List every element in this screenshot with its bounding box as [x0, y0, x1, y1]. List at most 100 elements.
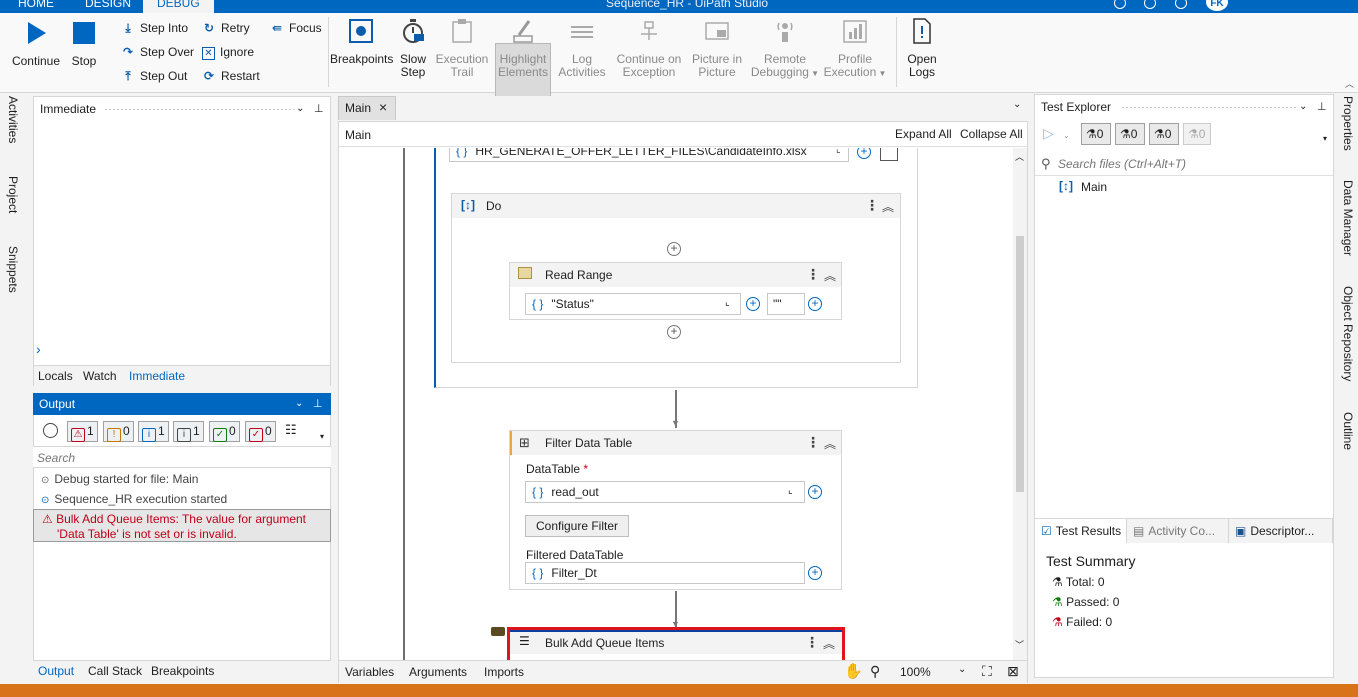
restart-button[interactable]: ⟳ Restart	[202, 67, 260, 85]
drag-grip[interactable]	[104, 108, 294, 110]
file-path-field[interactable]: { } HR_GENERATE_OFFER_LETTER_FILES\Candid…	[449, 148, 849, 162]
tab-variables[interactable]: Variables	[345, 665, 394, 679]
chevron-down-icon[interactable]: ⌄	[296, 97, 304, 121]
collapse-icon[interactable]: ︽	[824, 435, 836, 452]
tab-arguments[interactable]: Arguments	[409, 665, 467, 679]
immediate-prompt[interactable]: ›	[36, 341, 41, 357]
tab-watch[interactable]: Watch	[83, 369, 117, 383]
run-tests-icon[interactable]: ▷	[1043, 125, 1054, 142]
tab-main[interactable]: Main ×	[338, 96, 396, 120]
profile-execution-button[interactable]: Profile Execution ▼	[822, 18, 888, 80]
filter-trace-button[interactable]: i1	[173, 421, 204, 442]
overview-icon[interactable]: ⊠	[1007, 663, 1019, 680]
configure-filter-button[interactable]: Configure Filter	[525, 515, 629, 537]
step-over-button[interactable]: ↷ Step Over	[121, 43, 194, 61]
collapse-icon[interactable]: ︽	[824, 267, 836, 284]
side-tab-properties[interactable]: Properties	[1341, 96, 1355, 151]
filter-passed-button[interactable]: ⚗0	[1081, 123, 1111, 145]
slow-step-button[interactable]: Slow Step	[396, 18, 430, 79]
log-activities-button[interactable]: Log Activities	[555, 18, 609, 79]
search-icon[interactable]	[1114, 0, 1126, 9]
ribbon-collapse-icon[interactable]: ︿	[1345, 77, 1354, 90]
more-options-icon[interactable]: ⋮	[865, 197, 879, 214]
chevron-down-icon[interactable]: ⌄	[1013, 99, 1021, 110]
remote-debugging-button[interactable]: Remote Debugging ▼	[750, 18, 820, 80]
zoom-level[interactable]: 100%	[900, 665, 931, 679]
filter-failed-button[interactable]: ⚗0	[1115, 123, 1145, 145]
chevron-down-icon[interactable]: ⌄	[1299, 95, 1307, 119]
more-options-icon[interactable]: ⋮	[805, 634, 819, 651]
bulk-add-queue-items-activity[interactable]: ☰ Bulk Add Queue Items ⋮ ︽	[507, 627, 845, 660]
sheet-name-field[interactable]: { } "Status"	[525, 293, 741, 315]
focus-button[interactable]: ⇚ Focus	[270, 19, 322, 37]
collapse-icon[interactable]: ︽	[823, 635, 835, 652]
add-activity-icon[interactable]: +	[667, 325, 681, 339]
stop-button[interactable]: Stop	[66, 20, 102, 68]
more-options-icon[interactable]: ⋮	[806, 434, 820, 451]
tab-call-stack[interactable]: Call Stack	[88, 664, 142, 678]
add-icon[interactable]: +	[808, 566, 822, 580]
step-out-button[interactable]: ⤒ Step Out	[121, 67, 187, 85]
breadcrumb[interactable]: Main	[345, 128, 371, 142]
filter-success-button[interactable]: ✓ 0	[209, 421, 240, 442]
user-icon[interactable]	[1144, 0, 1156, 9]
tab-immediate[interactable]: Immediate	[129, 369, 185, 383]
help-icon[interactable]	[1175, 0, 1187, 9]
breakpoints-button[interactable]: Breakpoints	[330, 18, 393, 66]
browse-folder-icon[interactable]	[880, 148, 898, 161]
chevron-down-icon[interactable]: ▾	[1323, 134, 1327, 143]
filter-info-button[interactable]: i1	[138, 421, 169, 442]
filter-failed-button[interactable]: ✓ 0	[245, 421, 276, 442]
chevron-down-icon[interactable]: ⌄	[958, 664, 966, 675]
expand-editor-icon[interactable]: ⌞	[836, 148, 841, 155]
retry-button[interactable]: ↻ Retry	[202, 19, 250, 37]
expand-editor-icon[interactable]: ⌞	[725, 297, 730, 308]
drag-grip[interactable]	[1121, 106, 1297, 108]
output-search-field[interactable]: Search	[33, 446, 331, 468]
side-tab-project[interactable]: Project	[6, 176, 20, 213]
test-search-placeholder[interactable]: Search files (Ctrl+Alt+T)	[1058, 157, 1186, 171]
chevron-down-icon[interactable]: ⌄	[295, 393, 303, 415]
add-icon[interactable]: +	[746, 297, 760, 311]
scroll-up-icon[interactable]: ︿	[1015, 150, 1024, 163]
do-block[interactable]: [↕] Do ⋮ ︽ + Read Range ⋮ ︽ { } "Status" …	[451, 193, 901, 363]
tab-output[interactable]: Output	[38, 664, 74, 678]
zoom-icon[interactable]: ⚲	[870, 663, 880, 680]
side-tab-outline[interactable]: Outline	[1341, 412, 1355, 450]
tab-home[interactable]: HOME	[18, 0, 54, 10]
close-icon[interactable]: ×	[379, 99, 387, 115]
filter-notrun-button[interactable]: ⚗0	[1149, 123, 1179, 145]
picture-in-picture-button[interactable]: Picture in Picture	[688, 18, 746, 79]
tab-imports[interactable]: Imports	[484, 665, 524, 679]
open-logs-button[interactable]: Open Logs	[900, 18, 944, 79]
tab-breakpoints[interactable]: Breakpoints	[151, 664, 214, 678]
read-range-activity[interactable]: Read Range ⋮ ︽ { } "Status" ⌞ + "" +	[509, 262, 842, 320]
side-tab-object-repository[interactable]: Object Repository	[1341, 286, 1355, 381]
filter-data-table-activity[interactable]: ⊞ Filter Data Table ⋮ ︽ DataTable * { } r…	[509, 430, 842, 590]
designer-scrollbar[interactable]: ︿ ﹀	[1013, 148, 1027, 660]
avatar[interactable]: FK	[1206, 0, 1228, 11]
add-icon[interactable]: +	[808, 485, 822, 499]
pin-icon[interactable]: ⊥	[314, 97, 324, 121]
expand-all-button[interactable]: Expand All	[895, 127, 952, 141]
filter-warnings-button[interactable]: ! 0	[103, 421, 134, 442]
filter-other-button[interactable]: ⚗0	[1183, 123, 1211, 145]
side-tab-activities[interactable]: Activities	[6, 96, 20, 143]
more-options-icon[interactable]: ⋮	[806, 266, 820, 283]
tab-descriptor[interactable]: ▣ Descriptor...	[1229, 519, 1333, 543]
scroll-down-icon[interactable]: ﹀	[1015, 638, 1024, 651]
chevron-down-icon[interactable]: ▾	[320, 432, 324, 441]
filter-errors-button[interactable]: ⚠ 1	[67, 421, 98, 442]
ignore-button[interactable]: ✕ Ignore	[202, 43, 254, 61]
highlight-elements-button[interactable]: Highlight Elements	[495, 18, 551, 79]
continue-button[interactable]: Continue	[8, 20, 64, 68]
add-activity-icon[interactable]: +	[667, 242, 681, 256]
breakpoint-marker-icon[interactable]	[491, 627, 505, 636]
datatable-field[interactable]: { } read_out	[525, 481, 805, 503]
tab-test-results[interactable]: ☑ Test Results	[1035, 519, 1127, 543]
range-field[interactable]: ""	[767, 293, 805, 315]
pin-icon[interactable]: ⊥	[313, 393, 323, 415]
tab-debug[interactable]: DEBUG	[143, 0, 214, 13]
tab-locals[interactable]: Locals	[38, 369, 73, 383]
tab-activity-coverage[interactable]: ▤ Activity Co...	[1127, 519, 1229, 543]
